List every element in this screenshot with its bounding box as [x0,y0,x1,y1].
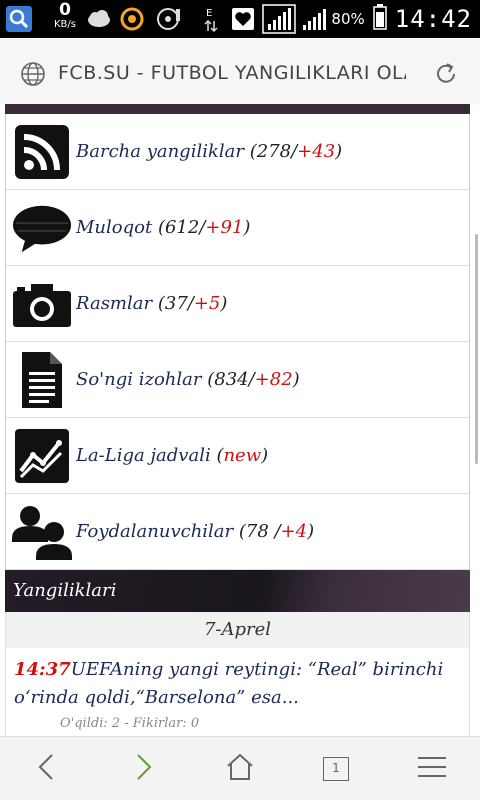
battery-percent: 80% [331,10,365,28]
status-bar: 0 KB/s E 80% 14:42 [0,0,480,38]
news-time: 14:37 [14,659,71,680]
back-button[interactable] [26,751,66,787]
chat-bubble-icon [12,198,72,258]
header-strip [5,104,470,114]
tab-count: 1 [332,761,340,775]
cloud-icon [86,6,112,32]
news-section-header: Yangiliklari [5,570,470,612]
data-arrows-icon: E [204,6,218,33]
battery-icon [373,4,387,34]
search-app-icon [6,6,32,32]
svg-text:E: E [206,8,212,19]
menu-item-label: Barcha yangiliklar (278/+43) [76,141,343,162]
news-item[interactable]: 14:37UEFAning yangi reytingi: “Real” bir… [5,648,470,736]
browser-bottom-nav: 1 [0,736,480,800]
reload-icon[interactable] [432,60,460,92]
menu-item-users[interactable]: Foydalanuvchilar (78 /+4) [6,494,469,570]
page-title[interactable]: FCB.SU - FUTBOL YANGILIKLARI OLAMI [58,62,406,84]
home-button[interactable] [220,751,260,787]
web-page: Barcha yangiliklar (278/+43) Muloqot (61… [0,104,480,736]
signal-box-icon [262,4,296,34]
browser-address-bar[interactable]: FCB.SU - FUTBOL YANGILIKLARI OLAMI [0,38,480,110]
heart-icon [232,6,254,32]
signal-strength-icon [302,6,328,32]
news-meta: O'qildi: 2 - Fikirlar: 0 [60,716,200,731]
notification-app-icon [120,6,144,32]
media-icon [156,6,182,32]
chart-icon [12,426,72,486]
news-headline[interactable]: 14:37UEFAning yangi reytingi: “Real” bir… [14,656,461,712]
menu-item-label: La-Liga jadvali (new) [76,445,269,466]
menu-item-chat[interactable]: Muloqot (612/+91) [6,190,469,266]
clock: 14:42 [394,5,472,33]
news-title: UEFAning yangi reytingi: “Real” birinchi… [14,659,444,708]
rss-icon [12,122,72,182]
news-date: 7-Aprel [5,612,470,648]
menu-item-label: Foydalanuvchilar (78 /+4) [76,521,315,542]
menu-item-la-liga-table[interactable]: La-Liga jadvali (new) [6,418,469,494]
menu-item-label: Rasmlar (37/+5) [76,293,228,314]
network-speed: 0 KB/s [54,0,76,30]
chevron-right-icon [134,752,154,786]
menu-item-label: Muloqot (612/+91) [76,217,251,238]
globe-icon [20,61,46,91]
tabs-icon: 1 [323,757,349,781]
menu-item-latest-comments[interactable]: So'ngi izohlar (834/+82) [6,342,469,418]
users-icon [12,502,72,562]
chevron-left-icon [36,752,56,786]
document-icon [12,350,72,410]
menu-item-photos[interactable]: Rasmlar (37/+5) [6,266,469,342]
site-menu: Barcha yangiliklar (278/+43) Muloqot (61… [5,114,470,570]
menu-item-all-news[interactable]: Barcha yangiliklar (278/+43) [6,114,469,190]
hamburger-icon [418,755,446,783]
menu-item-label: So'ngi izohlar (834/+82) [76,369,300,390]
scrollbar[interactable] [475,234,478,464]
camera-icon [12,274,72,334]
menu-button[interactable] [412,751,452,787]
tabs-button[interactable]: 1 [316,751,356,787]
home-icon [225,753,255,785]
forward-button[interactable] [124,751,164,787]
